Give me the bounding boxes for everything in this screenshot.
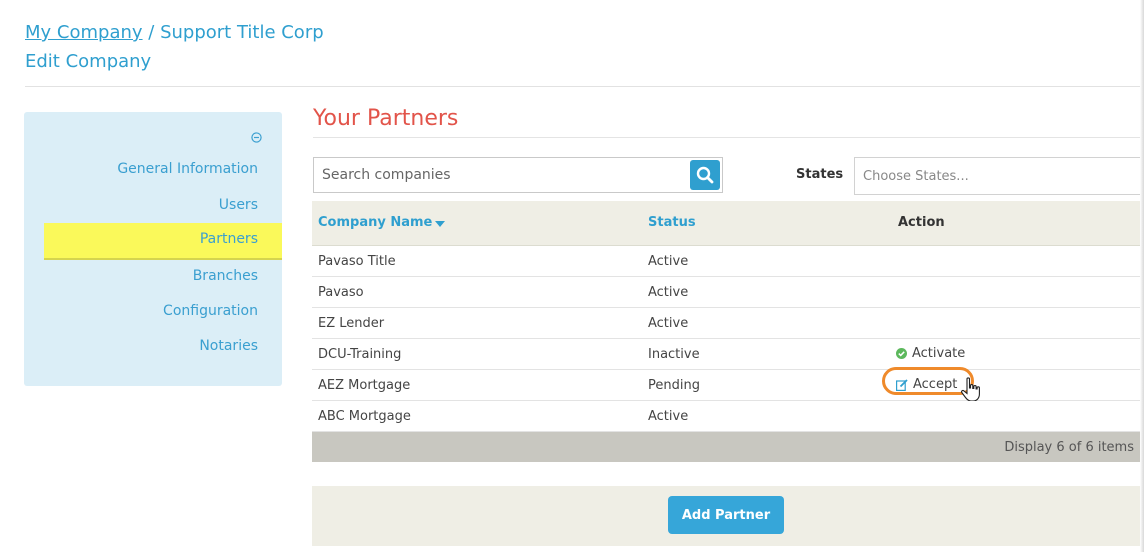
cell-status: Active — [648, 254, 689, 269]
search-box — [313, 157, 723, 193]
frame-edge — [1140, 0, 1144, 552]
cell-status: Active — [648, 409, 689, 424]
sidebar-item-branches[interactable]: Branches — [193, 268, 258, 284]
cell-company: EZ Lender — [318, 316, 385, 331]
cell-status: Inactive — [648, 347, 700, 362]
cell-company: DCU-Training — [318, 347, 402, 362]
table-row: Pavaso Active — [312, 277, 1141, 308]
cell-company: Pavaso Title — [318, 254, 396, 269]
hand-cursor-icon — [961, 377, 980, 402]
check-circle-icon — [896, 348, 907, 359]
cell-status: Pending — [648, 378, 700, 393]
cell-status: Active — [648, 316, 689, 331]
page-subtitle: Edit Company — [25, 51, 152, 72]
sidebar-item-notaries[interactable]: Notaries — [199, 338, 258, 354]
table-row: Pavaso Title Active — [312, 246, 1141, 277]
edit-icon — [896, 378, 908, 391]
column-header-company-name[interactable]: Company Name — [318, 215, 432, 230]
activate-action[interactable]: Activate — [896, 346, 965, 361]
collapse-circle-icon[interactable] — [251, 132, 262, 143]
states-placeholder: Choose States... — [863, 169, 969, 184]
states-label: States — [796, 167, 844, 182]
breadcrumb-current: Support Title Corp — [160, 22, 324, 43]
table-header: Company Name Status Action — [312, 201, 1141, 246]
table-row: EZ Lender Active — [312, 308, 1141, 339]
sidebar-item-users[interactable]: Users — [219, 197, 258, 213]
sidebar-item-configuration[interactable]: Configuration — [163, 303, 258, 319]
item-count: Display 6 of 6 items — [1004, 440, 1134, 455]
cell-company: Pavaso — [318, 285, 364, 300]
sidebar-item-general-information[interactable]: General Information — [117, 161, 258, 177]
search-button[interactable] — [690, 160, 720, 190]
sidebar: General Information Users Partners Branc… — [24, 112, 282, 386]
sidebar-item-label: Partners — [199, 231, 258, 247]
sort-desc-icon[interactable] — [435, 221, 445, 227]
add-partner-panel: Add Partner — [312, 486, 1141, 546]
activate-label: Activate — [912, 346, 966, 361]
cell-company: ABC Mortgage — [318, 409, 411, 424]
breadcrumb-separator: / — [142, 22, 161, 43]
cell-status: Active — [648, 285, 689, 300]
search-input[interactable] — [320, 166, 684, 184]
add-partner-button[interactable]: Add Partner — [668, 496, 784, 534]
title-divider — [313, 137, 1141, 138]
accept-action[interactable]: Accept — [896, 377, 957, 392]
breadcrumb: My Company / Support Title Corp — [25, 22, 324, 43]
column-header-status[interactable]: Status — [648, 215, 696, 230]
accept-label: Accept — [913, 377, 958, 392]
search-icon — [696, 166, 714, 184]
states-select[interactable]: Choose States... — [854, 157, 1141, 195]
sidebar-item-partners[interactable]: Partners — [44, 223, 282, 260]
cell-company: AEZ Mortgage — [318, 378, 411, 393]
table-row: DCU-Training Inactive Activate — [312, 339, 1141, 370]
page-title: Your Partners — [313, 106, 459, 131]
table-row: AEZ Mortgage Pending Accept — [312, 367, 1141, 402]
column-header-action: Action — [898, 215, 945, 230]
table-row: ABC Mortgage Active — [312, 401, 1141, 432]
table-footer: Display 6 of 6 items — [312, 432, 1141, 462]
header-divider — [25, 86, 1142, 87]
breadcrumb-link-my-company[interactable]: My Company — [25, 22, 143, 43]
